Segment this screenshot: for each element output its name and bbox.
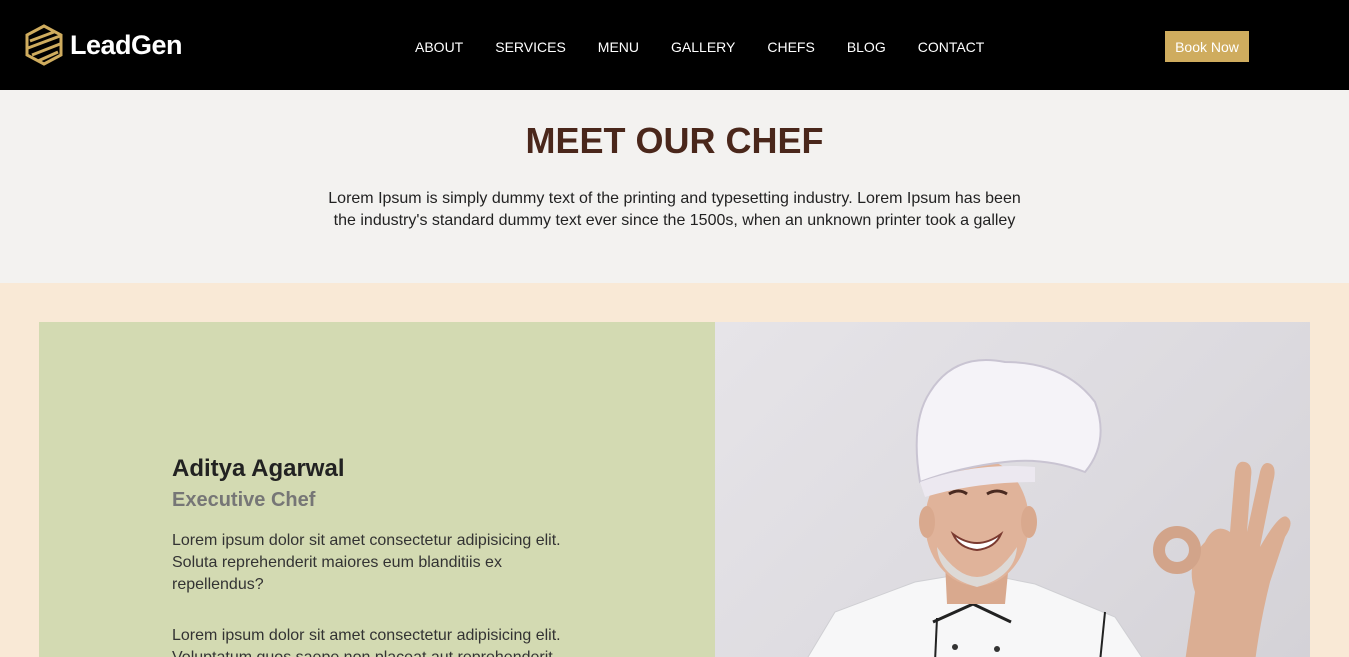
chef-photo — [715, 322, 1310, 657]
section-description: Lorem Ipsum is simply dummy text of the … — [328, 190, 1021, 229]
chef-bio-paragraph-1: Lorem ipsum dolor sit amet consectetur a… — [172, 532, 561, 593]
nav-chefs[interactable]: CHEFS — [751, 38, 830, 56]
chef-role: Executive Chef — [172, 489, 316, 511]
brand-logo[interactable]: LeadGen — [24, 24, 183, 66]
nav-contact[interactable]: CONTACT — [902, 38, 1001, 56]
chef-bio-paragraph-2: Lorem ipsum dolor sit amet consectetur a… — [172, 627, 561, 657]
nav-menu[interactable]: MENU — [582, 38, 655, 56]
chef-info-card: Aditya Agarwal Executive Chef Lorem ipsu… — [39, 322, 715, 657]
nav-about[interactable]: ABOUT — [399, 38, 479, 56]
brand-name: LeadGen — [70, 29, 183, 60]
book-now-button[interactable]: Book Now — [1165, 31, 1249, 62]
top-navbar: LeadGen ABOUT SERVICES MENU GALLERY CHEF… — [0, 0, 1349, 90]
nav-blog[interactable]: BLOG — [831, 38, 902, 56]
logo-icon — [25, 24, 63, 66]
main-nav: ABOUT SERVICES MENU GALLERY CHEFS BLOG C… — [399, 38, 1000, 56]
nav-gallery[interactable]: GALLERY — [655, 38, 751, 56]
chef-intro-section: MEET OUR CHEF Lorem Ipsum is simply dumm… — [0, 90, 1349, 283]
section-title: MEET OUR CHEF — [525, 120, 824, 161]
chef-profile-section: Aditya Agarwal Executive Chef Lorem ipsu… — [0, 283, 1349, 657]
chef-name: Aditya Agarwal — [172, 455, 345, 482]
nav-services[interactable]: SERVICES — [479, 38, 582, 56]
chef-portrait-icon — [807, 359, 1291, 657]
